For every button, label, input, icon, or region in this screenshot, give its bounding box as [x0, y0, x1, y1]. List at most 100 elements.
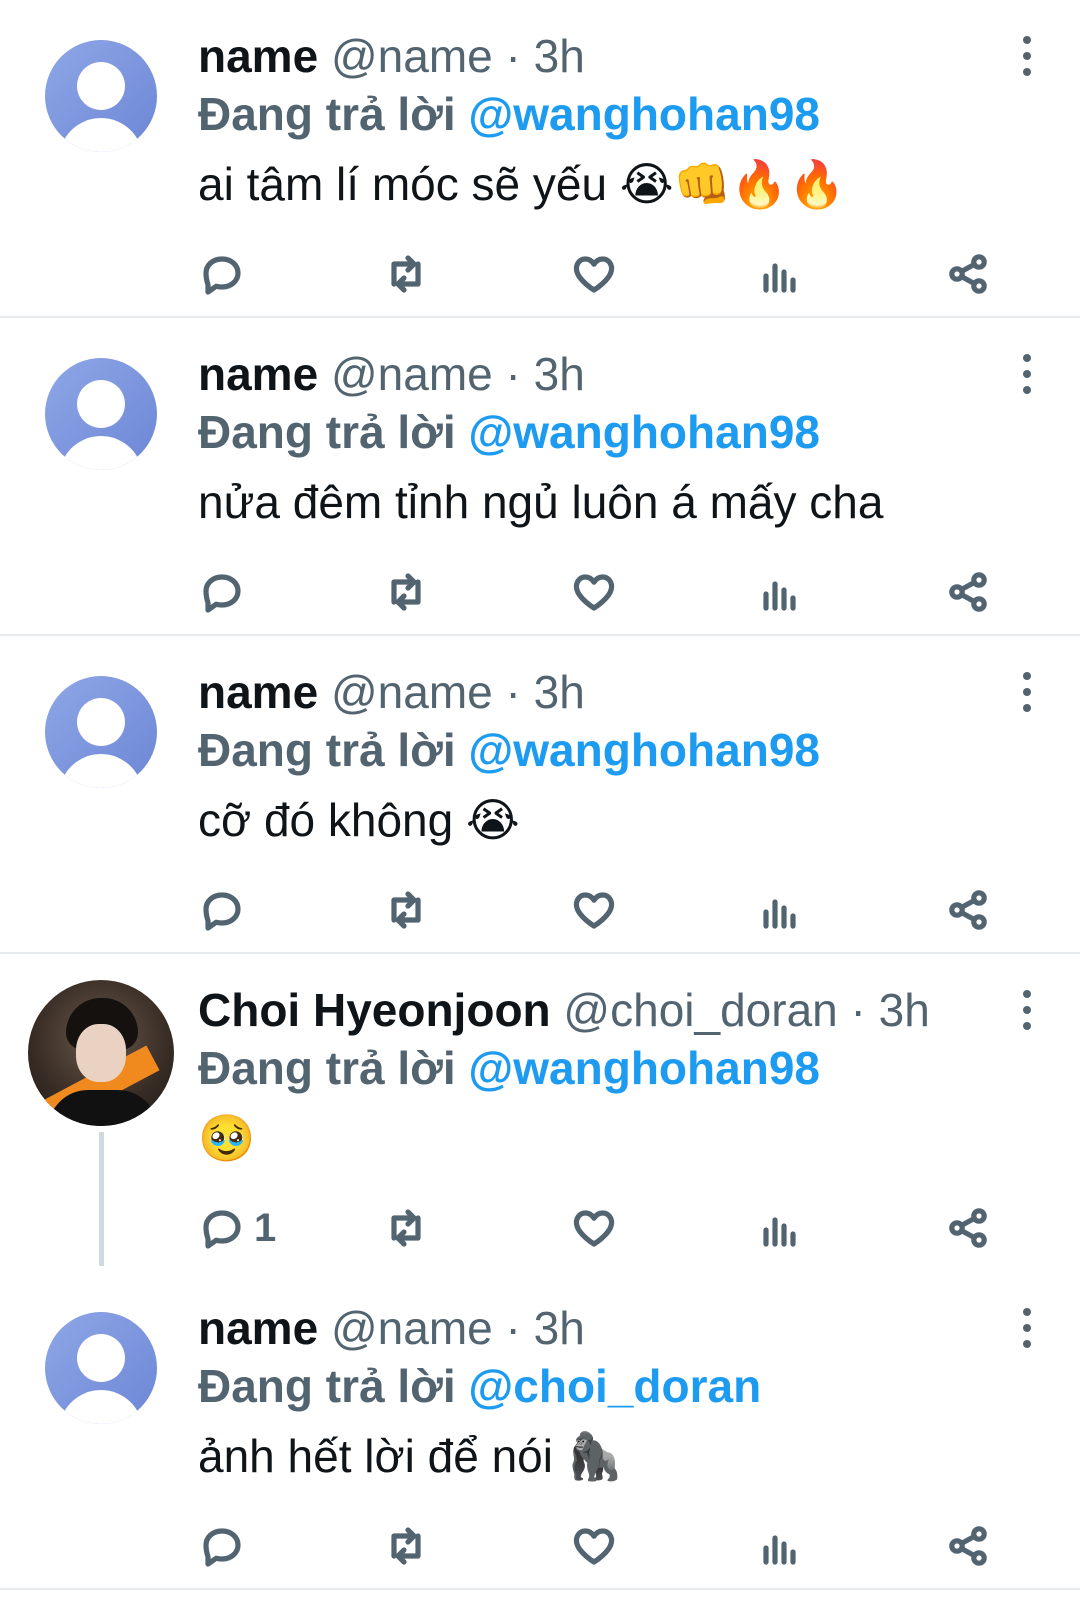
avatar[interactable]: [45, 1312, 157, 1424]
more-vertical-icon[interactable]: [1019, 36, 1035, 76]
tweet-text-body: cỡ đó không: [198, 794, 454, 846]
more-vertical-icon[interactable]: [1019, 990, 1035, 1030]
default-avatar-head: [77, 62, 125, 110]
more-vertical-icon[interactable]: [1019, 354, 1035, 394]
tweet-text: 🥹: [198, 1108, 1050, 1168]
heart-icon: [573, 1210, 615, 1247]
timestamp[interactable]: 3h: [534, 30, 585, 82]
replying-to-label: Đang trả lời: [198, 406, 456, 458]
action-bar: [198, 246, 1018, 302]
reply-button[interactable]: [198, 882, 254, 938]
views-icon: [763, 1535, 796, 1565]
tweet-emoji: 🦍: [565, 1429, 624, 1483]
share-icon: [949, 572, 987, 612]
reply-button[interactable]: [198, 246, 254, 302]
action-bar: [198, 882, 1018, 938]
avatar[interactable]: [45, 358, 157, 470]
separator-dot: ·: [850, 984, 866, 1036]
tweet-text-body: nửa đêm tỉnh ngủ luôn á mấy cha: [198, 476, 884, 528]
like-button[interactable]: [570, 1200, 618, 1256]
views-button[interactable]: [756, 882, 804, 938]
tweet-content: name @name · 3h Đang trả lời @choi_doran…: [198, 1300, 1050, 1486]
retweet-button[interactable]: [382, 1200, 430, 1256]
display-name[interactable]: name: [198, 30, 318, 82]
separator-dot: ·: [505, 666, 521, 718]
more-vertical-icon[interactable]: [1019, 1308, 1035, 1348]
views-icon: [763, 581, 796, 611]
timestamp[interactable]: 3h: [534, 348, 585, 400]
tweet-text-body: ai tâm lí móc sẽ yếu: [198, 158, 608, 210]
user-handle[interactable]: @name: [331, 30, 493, 82]
like-button[interactable]: [570, 1518, 618, 1574]
views-button[interactable]: [756, 1200, 804, 1256]
tweet[interactable]: name @name · 3h Đang trả lời @choi_doran…: [0, 1272, 1080, 1590]
share-button[interactable]: [944, 1200, 992, 1256]
heart-icon: [573, 892, 615, 929]
default-avatar-body: [59, 754, 143, 788]
display-name[interactable]: name: [198, 666, 318, 718]
avatar[interactable]: [45, 676, 157, 788]
share-button[interactable]: [944, 246, 992, 302]
tweet-text: ai tâm lí móc sẽ yếu 😭👊🔥🔥: [198, 154, 1050, 214]
thread-connector: [99, 1132, 104, 1266]
share-button[interactable]: [944, 882, 992, 938]
avatar[interactable]: [45, 40, 157, 152]
share-button[interactable]: [944, 1518, 992, 1574]
like-button[interactable]: [570, 246, 618, 302]
reply-button[interactable]: [198, 564, 254, 620]
mention-link[interactable]: @wanghohan98: [468, 88, 820, 140]
user-handle[interactable]: @choi_doran: [563, 984, 837, 1036]
reply-feed: name @name · 3h Đang trả lời @wanghohan9…: [0, 0, 1080, 1590]
timestamp[interactable]: 3h: [534, 1302, 585, 1354]
display-name[interactable]: Choi Hyeonjoon: [198, 984, 551, 1036]
display-name[interactable]: name: [198, 1302, 318, 1354]
default-avatar-body: [59, 118, 143, 152]
retweet-button[interactable]: [382, 564, 430, 620]
tweet[interactable]: Choi Hyeonjoon @choi_doran · 3h Đang trả…: [0, 954, 1080, 1272]
share-button[interactable]: [944, 564, 992, 620]
retweet-button[interactable]: [382, 246, 430, 302]
timestamp[interactable]: 3h: [879, 984, 930, 1036]
retweet-button[interactable]: [382, 882, 430, 938]
avatar[interactable]: [28, 980, 174, 1126]
tweet-text: nửa đêm tỉnh ngủ luôn á mấy cha: [198, 472, 1050, 532]
mention-link[interactable]: @choi_doran: [468, 1360, 761, 1412]
action-bar: 1: [198, 1200, 1018, 1256]
reply-button[interactable]: 1: [198, 1200, 276, 1256]
retweet-button[interactable]: [382, 1518, 430, 1574]
tweet-header: name @name · 3h: [198, 1300, 1050, 1356]
timestamp[interactable]: 3h: [534, 666, 585, 718]
views-button[interactable]: [756, 246, 804, 302]
user-handle[interactable]: @name: [331, 1302, 493, 1354]
views-icon: [763, 1217, 796, 1247]
default-avatar-head: [77, 1334, 125, 1382]
tweet[interactable]: name @name · 3h Đang trả lời @wanghohan9…: [0, 318, 1080, 636]
reply-button[interactable]: [198, 1518, 254, 1574]
share-icon: [949, 254, 987, 294]
default-avatar-head: [77, 380, 125, 428]
tweet-content: name @name · 3h Đang trả lời @wanghohan9…: [198, 664, 1050, 850]
reply-count: 1: [254, 1205, 277, 1250]
mention-link[interactable]: @wanghohan98: [468, 724, 820, 776]
replying-to: Đang trả lời @wanghohan98: [198, 1038, 1050, 1098]
retweet-icon: [391, 255, 421, 293]
views-button[interactable]: [756, 1518, 804, 1574]
views-icon: [763, 263, 796, 293]
replying-to-label: Đang trả lời: [198, 1360, 456, 1412]
user-handle[interactable]: @name: [331, 666, 493, 718]
user-handle[interactable]: @name: [331, 348, 493, 400]
action-bar: [198, 564, 1018, 620]
mention-link[interactable]: @wanghohan98: [468, 1042, 820, 1094]
views-button[interactable]: [756, 564, 804, 620]
reply-icon: [203, 1210, 241, 1249]
default-avatar-body: [59, 1390, 143, 1424]
display-name[interactable]: name: [198, 348, 318, 400]
tweet[interactable]: name @name · 3h Đang trả lời @wanghohan9…: [0, 0, 1080, 318]
tweet[interactable]: name @name · 3h Đang trả lời @wanghohan9…: [0, 636, 1080, 954]
like-button[interactable]: [570, 882, 618, 938]
separator-dot: ·: [505, 348, 521, 400]
mention-link[interactable]: @wanghohan98: [468, 406, 820, 458]
reply-icon: [203, 256, 241, 295]
like-button[interactable]: [570, 564, 618, 620]
more-vertical-icon[interactable]: [1019, 672, 1035, 712]
